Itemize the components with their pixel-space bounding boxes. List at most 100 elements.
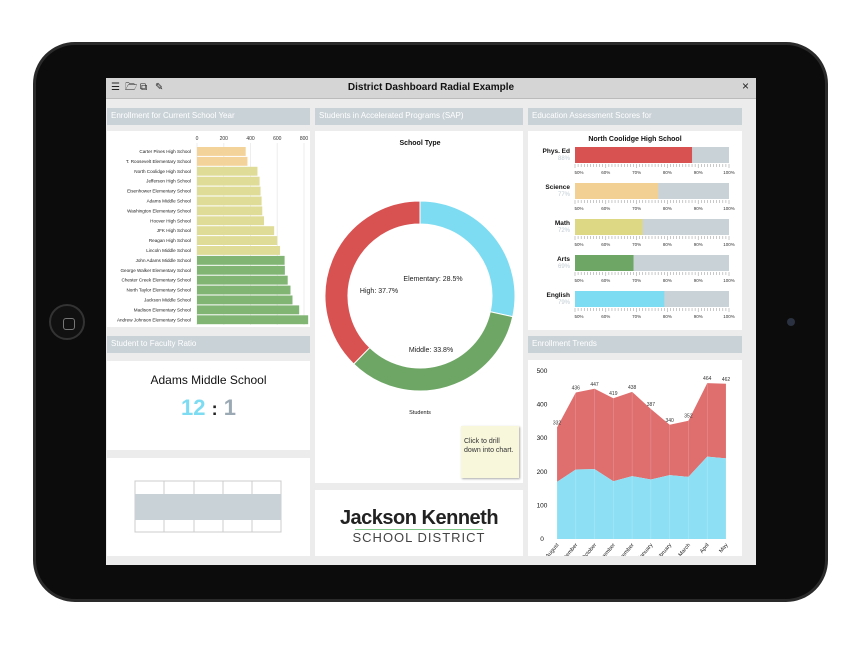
x-tick-label: November	[596, 542, 617, 556]
gauge-panel	[107, 458, 310, 556]
bar	[197, 246, 281, 255]
ratio-panel: Adams Middle School 12 : 1	[107, 361, 310, 450]
bullet-bar	[575, 183, 659, 199]
x-tick-label: October	[581, 542, 598, 556]
close-icon[interactable]: ×	[742, 80, 749, 92]
item-label: English	[547, 292, 571, 299]
bar	[197, 206, 263, 216]
camera	[787, 318, 795, 326]
tick-label: 60%	[601, 314, 610, 319]
ratio-students: 12	[181, 395, 206, 420]
bullet-bar	[575, 255, 634, 271]
tick-label: 60%	[601, 278, 610, 283]
assessment-bullet-chart[interactable]: North Coolidge High School Phys. Ed88% 50%…	[528, 131, 742, 330]
category-label: Washington Elementary School	[127, 208, 191, 213]
tick-label: 70%	[632, 278, 641, 283]
bar	[197, 156, 248, 166]
ratio-header: Student to Faculty Ratio	[107, 336, 310, 353]
data-label: 464	[703, 376, 712, 382]
tick-label: 50%	[574, 206, 583, 211]
trends-header: Enrollment Trends	[528, 336, 742, 353]
bar	[197, 216, 265, 226]
tick-label: 80%	[663, 206, 672, 211]
item-label: Arts	[557, 256, 570, 263]
category-label: Jackson Middle School	[144, 298, 191, 303]
donut-slice	[419, 200, 516, 318]
bar	[197, 315, 309, 325]
bar	[197, 265, 285, 275]
enrollment-bar-chart[interactable]: 0 200 400 600 800 Carter Pines High School T. …	[107, 131, 310, 327]
x-tick-label: 0	[196, 136, 199, 142]
sap-panel: School Type Elementary: 28.5% Middle: 33.8…	[315, 131, 523, 483]
tick-label: 100%	[723, 206, 735, 211]
bar	[197, 236, 278, 245]
window-title: District Dashboard Radial Example	[347, 82, 515, 93]
x-tick-label: March	[678, 542, 692, 556]
tick-label: 90%	[694, 242, 703, 247]
item-value: 88%	[558, 156, 571, 162]
y-tick-label: 0	[540, 536, 544, 543]
y-tick-label: 300	[537, 435, 548, 442]
tick-label: 80%	[663, 242, 672, 247]
ratio-faculty: 1	[223, 395, 236, 420]
trends-panel: 0 100 200 300 400 500 332 436 447 419 438 387 340 352…	[528, 360, 742, 565]
item-value: 79%	[558, 300, 571, 306]
data-label: 387	[647, 402, 656, 408]
bar	[197, 226, 275, 236]
tick-label: 100%	[723, 242, 735, 247]
tick-label: 60%	[601, 206, 610, 211]
x-tick-label: 200	[220, 136, 229, 142]
ratio-separator: :	[211, 399, 218, 419]
tick-label: 100%	[723, 170, 735, 175]
y-tick-label: 100	[537, 502, 548, 509]
item-value: 77%	[558, 192, 571, 198]
data-label: 352	[684, 414, 693, 420]
home-button[interactable]	[49, 304, 85, 340]
tick-label: 90%	[694, 278, 703, 283]
enrollment-panel: 0 200 400 600 800 Carter Pines High School T. …	[107, 131, 310, 327]
donut-label: Students	[409, 410, 431, 416]
data-label: 447	[590, 382, 599, 388]
tick-label: 70%	[632, 170, 641, 175]
bar	[197, 295, 293, 305]
slice-label: Elementary: 28.5%	[403, 276, 462, 283]
bar	[197, 196, 262, 206]
tick-label: 70%	[632, 314, 641, 319]
y-tick-label: 200	[537, 469, 548, 476]
tick-label: 50%	[574, 278, 583, 283]
tick-label: 60%	[601, 242, 610, 247]
category-label: Lincoln Middle School	[146, 248, 191, 253]
x-tick-label: September	[557, 542, 579, 556]
enrollment-trends-area-chart[interactable]: 0 100 200 300 400 500 332 436 447 419 438 387 340 352…	[528, 360, 742, 565]
drill-down-note: Click to drill down into chart.	[461, 426, 519, 478]
logo-title: Jackson Kenneth	[339, 507, 499, 529]
slice-label: Middle: 33.8%	[409, 347, 453, 354]
ratio-school-name: Adams Middle School	[150, 373, 267, 387]
y-tick-label: 400	[537, 402, 548, 409]
tick-label: 90%	[694, 206, 703, 211]
tick-label: 70%	[632, 206, 641, 211]
dashboard-window: ☰ 🗁 ⧉ ✎ District Dashboard Radial Exampl…	[106, 78, 756, 565]
logo-subtitle: SCHOOL DISTRICT	[352, 530, 486, 545]
category-label: Carter Pines High School	[139, 149, 191, 154]
tick-label: 100%	[723, 278, 735, 283]
bar	[197, 305, 300, 315]
category-label: George Walker Elementary School	[120, 268, 191, 273]
item-value: 72%	[558, 228, 571, 234]
x-tick-label: December	[615, 542, 636, 556]
chart-title: School Type	[399, 140, 440, 147]
bullet-bar	[575, 219, 643, 235]
title-bar: ☰ 🗁 ⧉ ✎ District Dashboard Radial Exampl…	[106, 78, 756, 99]
x-tick-label: 400	[246, 136, 255, 142]
tick-label: 90%	[694, 170, 703, 175]
bar	[197, 176, 260, 186]
x-tick-label: August	[545, 542, 561, 556]
empty-grid-widget	[134, 480, 282, 533]
category-label: Madison Elementary School	[134, 307, 191, 312]
item-label: Phys. Ed	[543, 148, 570, 155]
bar	[197, 147, 246, 156]
bar	[197, 275, 288, 285]
category-label: Hoover High School	[150, 218, 191, 223]
y-tick-label: 500	[537, 368, 548, 375]
bar	[197, 166, 258, 176]
